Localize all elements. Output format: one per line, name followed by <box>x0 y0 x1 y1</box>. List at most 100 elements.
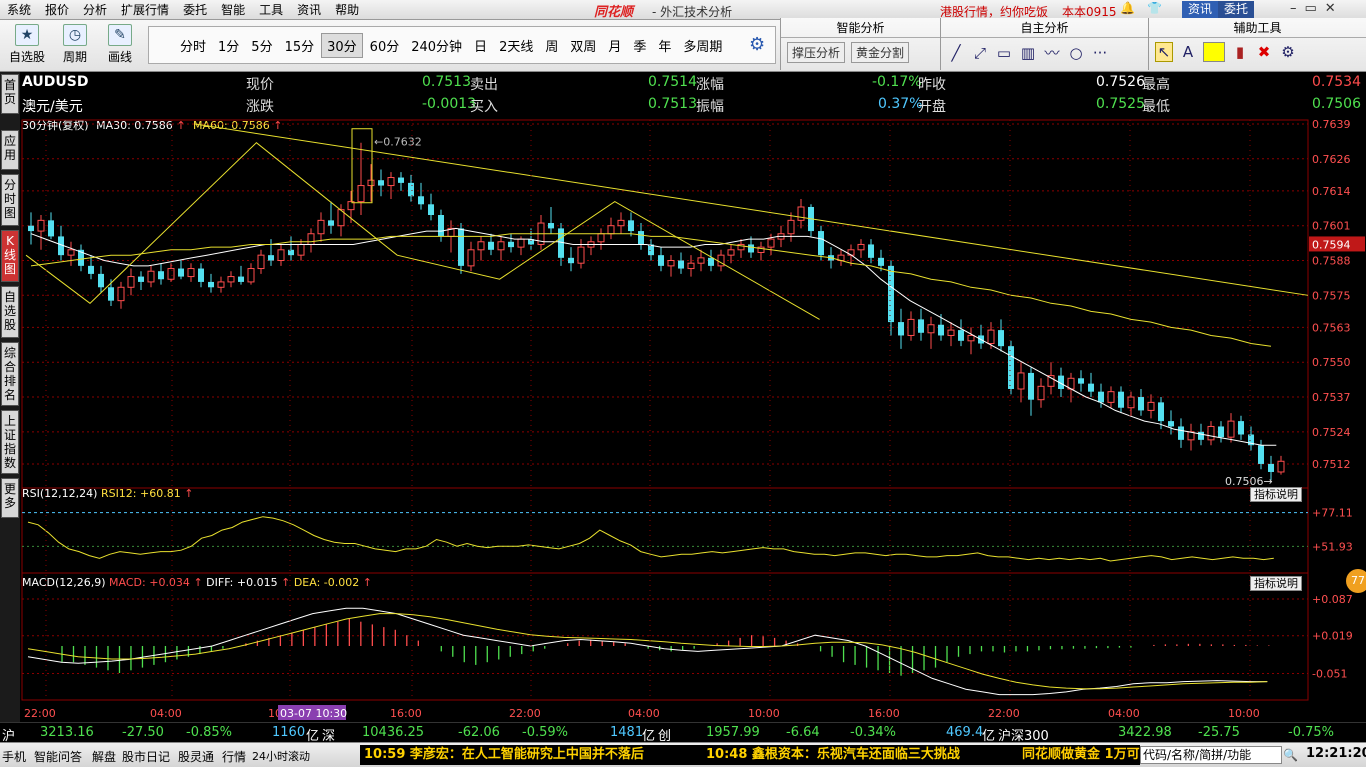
menu-extended[interactable]: 扩展行情 <box>114 1 176 18</box>
period-tick[interactable]: 分时 <box>175 34 211 57</box>
tab-watchlist[interactable]: 自选股 <box>1 286 19 338</box>
tab-sh-index[interactable]: 上证指数 <box>1 410 19 474</box>
close-icon[interactable]: ✕ <box>1325 1 1336 16</box>
cy-index[interactable]: 1957.99 <box>706 725 760 740</box>
maximize-icon[interactable]: ▭ <box>1305 1 1317 16</box>
news-item[interactable]: 10:48 鑫根资本：乐视汽车还面临三大挑战 <box>706 745 960 765</box>
period-2day[interactable]: 2天线 <box>494 34 538 57</box>
menu-system[interactable]: 系统 <box>0 1 38 18</box>
candle-body <box>108 287 114 301</box>
candle-body <box>277 249 285 262</box>
trend-line <box>194 123 1309 296</box>
period-15m[interactable]: 15分 <box>280 34 320 57</box>
menu-help[interactable]: 帮助 <box>328 1 366 18</box>
self-analysis-panel: 自主分析 ╱ ⤢ ▭ ▥ 〰 ○ ··· <box>940 18 1148 70</box>
tab-ranking[interactable]: 综合排名 <box>1 342 19 406</box>
news-24h-button[interactable]: 24小时滚动 <box>252 748 310 764</box>
menu-news[interactable]: 资讯 <box>290 1 328 18</box>
macd-help-button[interactable]: 指标说明 <box>1250 576 1302 591</box>
time-tick-label: 22:00 <box>988 707 1020 720</box>
color-picker[interactable] <box>1203 42 1225 62</box>
sz-pct: -0.59% <box>522 725 568 740</box>
sz-index[interactable]: 10436.25 <box>362 725 424 740</box>
draw-button[interactable]: ✎ 画线 <box>100 24 140 65</box>
price-tick-label: 0.7512 <box>1312 458 1351 471</box>
menu-trade[interactable]: 委托 <box>176 1 214 18</box>
watchlist-button[interactable]: ★ 自选股 <box>8 24 46 65</box>
menu-smart[interactable]: 智能 <box>214 1 252 18</box>
market-button[interactable]: 行情 <box>222 748 246 765</box>
news-tab-button[interactable]: 资讯 <box>1182 1 1219 18</box>
sh-volume: 1160 <box>272 725 306 740</box>
period-5m[interactable]: 5分 <box>246 34 277 57</box>
minimize-icon[interactable]: – <box>1290 1 1297 16</box>
line-tool-icon[interactable]: ╱ <box>947 44 965 62</box>
candle-body <box>438 215 444 237</box>
candle-body <box>477 241 485 251</box>
mobile-button[interactable]: 手机 <box>2 748 26 765</box>
period-30m[interactable]: 30分 <box>321 32 363 58</box>
tab-timeshare[interactable]: 分时图 <box>1 174 19 226</box>
candle-body <box>1227 420 1235 438</box>
rsi-help-button[interactable]: 指标说明 <box>1250 487 1302 502</box>
period-year[interactable]: 年 <box>653 34 676 57</box>
eraser-icon[interactable]: ▮ <box>1231 43 1249 61</box>
macd-dea-value: DEA: -0.002 <box>293 576 360 589</box>
shirt-icon[interactable]: 👕 <box>1147 1 1162 15</box>
qa-button[interactable]: 智能问答 <box>34 748 82 765</box>
tab-apps[interactable]: 应用 <box>1 130 19 170</box>
circle-tool-icon[interactable]: ○ <box>1067 44 1085 62</box>
commentary-button[interactable]: 解盘 <box>92 748 116 765</box>
rsi-value: RSI12: +60.81 <box>100 487 181 500</box>
rsi-tick-label: +51.93 <box>1312 540 1353 553</box>
bell-icon[interactable]: 🔔 <box>1120 1 1135 15</box>
diary-button[interactable]: 股市日记 <box>122 748 170 765</box>
news-item[interactable]: 10:59 李彦宏：在人工智能研究上中国并不落后 <box>364 745 644 765</box>
stocklink-button[interactable]: 股灵通 <box>178 748 214 765</box>
delete-icon[interactable]: ✖ <box>1255 43 1273 61</box>
menu-tools[interactable]: 工具 <box>252 1 290 18</box>
hs-index[interactable]: 3422.98 <box>1118 725 1172 740</box>
period-2week[interactable]: 双周 <box>565 34 601 57</box>
period-60m[interactable]: 60分 <box>365 34 405 57</box>
tab-more[interactable]: 更多 <box>1 478 19 518</box>
gear-icon[interactable]: ⚙ <box>749 34 765 55</box>
trade-tab-button[interactable]: 委托 <box>1218 1 1255 18</box>
period-1m[interactable]: 1分 <box>213 34 244 57</box>
candle-body <box>787 219 795 235</box>
more-tools-icon[interactable]: ··· <box>1091 44 1109 62</box>
float-badge[interactable]: 77 <box>1346 569 1366 593</box>
candle-body <box>617 219 625 227</box>
channel-tool-icon[interactable]: ▥ <box>1019 44 1037 62</box>
star-icon: ★ <box>15 24 39 46</box>
promo-item[interactable]: 同花顺做黄金 1万可 <box>1022 745 1140 765</box>
period-quarter[interactable]: 季 <box>628 34 651 57</box>
period-button[interactable]: ◷ 周期 <box>55 24 95 65</box>
period-multi[interactable]: 多周期 <box>678 34 727 57</box>
wave-tool-icon[interactable]: 〰 <box>1043 42 1061 63</box>
text-tool-icon[interactable]: A <box>1179 43 1197 61</box>
tab-home[interactable]: 首页 <box>1 74 19 114</box>
cy-pct: -0.34% <box>850 725 896 740</box>
sh-index[interactable]: 3213.16 <box>40 725 94 740</box>
menu-analysis[interactable]: 分析 <box>76 1 114 18</box>
cursor-icon[interactable]: ↖ <box>1155 42 1173 62</box>
tab-kline[interactable]: K线图 <box>1 230 19 282</box>
period-day[interactable]: 日 <box>469 34 492 57</box>
kline-chart[interactable]: 0.7639 0.7626 0.7614 0.7601 0.7588 0.7575 0.75… <box>20 72 1366 722</box>
arrow-line-icon[interactable]: ⤢ <box>971 44 989 62</box>
candle-body <box>1017 372 1025 390</box>
period-week[interactable]: 周 <box>540 34 563 57</box>
candle-body <box>418 196 424 205</box>
candle-body <box>198 268 204 282</box>
support-resistance-button[interactable]: 撑压分析 <box>787 42 846 63</box>
rectangle-tool-icon[interactable]: ▭ <box>995 44 1013 62</box>
period-month[interactable]: 月 <box>603 34 626 57</box>
period-240m[interactable]: 240分钟 <box>406 34 467 57</box>
search-input[interactable]: 代码/名称/简拼/功能 <box>1140 746 1282 764</box>
golden-section-button[interactable]: 黄金分割 <box>851 42 910 63</box>
news-ticker[interactable]: 10:59 李彦宏：在人工智能研究上中国并不落后 10:48 鑫根资本：乐视汽车… <box>360 745 1140 765</box>
menu-quote[interactable]: 报价 <box>38 1 76 18</box>
search-icon[interactable]: 🔍 <box>1283 748 1298 762</box>
settings-icon[interactable]: ⚙ <box>1279 43 1297 61</box>
